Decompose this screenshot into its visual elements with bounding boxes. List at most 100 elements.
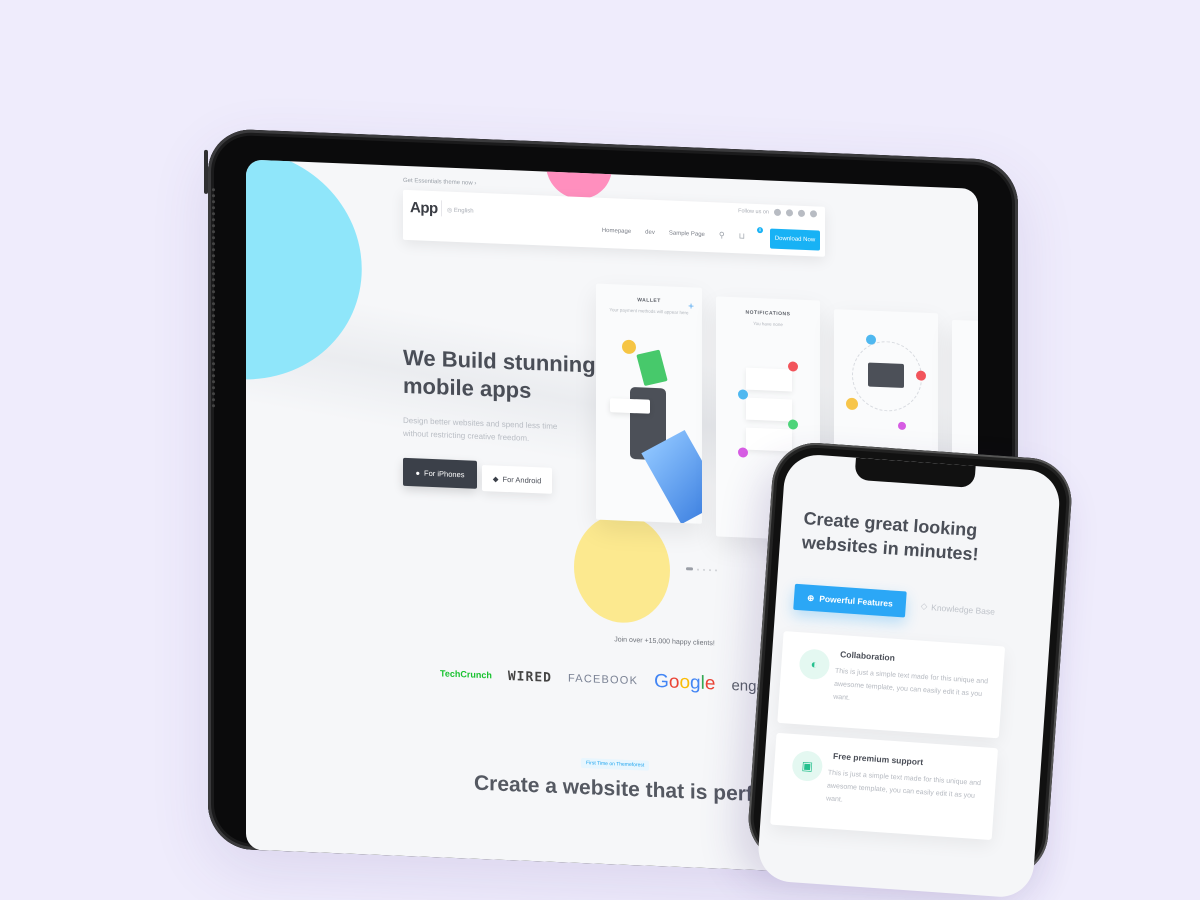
card-subtitle: You have none [753,320,783,328]
notification-item [746,427,792,452]
tab-knowledge-base[interactable]: ◇ Knowledge Base [920,601,995,617]
speaker-grille [212,290,215,294]
tab-powerful-features[interactable]: ⊕ Powerful Features [793,583,907,618]
add-icon: + [688,301,694,313]
speaker-grille [212,320,215,324]
notification-item [746,367,792,392]
tablet-side-button [204,149,208,194]
feature-body: This is just a simple text made for this… [832,667,989,702]
globe-icon: ◎ [447,207,453,214]
carousel-dots [686,567,717,571]
hero-title: We Build stunning mobile apps [403,344,596,403]
speaker-grille [212,206,215,210]
music-icon [866,334,876,345]
speaker-grille [212,212,215,216]
phone-notch [854,457,976,489]
language-selector[interactable]: ◎ English [447,207,474,215]
speaker-grille [212,350,215,354]
nav-link-dev[interactable]: dev [645,229,655,235]
for-android-label: For Android [502,474,542,485]
twitter-icon[interactable] [786,209,793,217]
carousel-dot[interactable] [709,568,711,571]
card-subtitle: Your payment methods will appear here [609,307,689,316]
carousel-dot[interactable] [697,568,699,571]
carousel-dot-active[interactable] [686,567,693,571]
speaker-grille [212,284,215,288]
speaker-grille [212,254,215,258]
phone-device: Create great looking websites in minutes… [745,440,1075,900]
feature-card-collaboration: ◐ Collaboration This is just a simple te… [777,631,1006,739]
instagram-icon[interactable] [798,209,805,217]
speaker-grille [212,218,215,222]
speaker-grille [212,344,215,348]
logo-facebook: FACEBOOK [567,672,639,688]
speaker-grille [212,302,215,306]
logo-wired: WIRED [507,668,552,686]
notification-item [746,397,792,422]
cash-icon [636,349,668,387]
speaker-grille [212,332,215,336]
speaker-grille [212,200,215,204]
speaker-grille [212,230,215,234]
speaker-grille [212,188,215,192]
speaker-grille [212,368,215,372]
card-title: NOTIFICATIONS [745,309,791,318]
nav-links: Homepage dev Sample Page ⚲ ⊔ [602,226,745,240]
payment-card-illustration [610,398,650,414]
feature-card-support: ▣ Free premium support This is just a si… [770,732,999,841]
android-icon: ◆ [492,473,499,484]
carousel-dot[interactable] [715,568,717,571]
search-icon[interactable]: ⚲ [719,231,725,240]
pin-icon [898,421,906,431]
feature-body: This is just a simple text made for this… [825,769,982,804]
speaker-grille [212,224,215,228]
facebook-icon[interactable] [774,208,781,217]
cart-icon[interactable]: ⊔ [739,231,745,240]
site-logo[interactable]: App [410,199,438,217]
for-android-button[interactable]: ◆ For Android [482,465,552,494]
speaker-grille [212,386,215,390]
carousel-dot[interactable] [703,568,705,571]
cart-count-badge: 0 [757,227,763,234]
download-now-button[interactable]: Download Now [770,228,820,251]
star-icon [846,397,858,411]
tab-label: Powerful Features [818,593,894,609]
follow-label: Follow us on [738,207,769,216]
speaker-grille [212,362,215,366]
navbar-divider [441,200,442,217]
heart-icon [916,370,926,381]
client-logos: TechCrunch WIRED FACEBOOK Google engadge… [440,662,794,698]
themeforest-badge: First Time on Themeforest [581,757,650,771]
logo-google: Google [654,670,716,695]
decorative-blob-yellow [574,512,670,625]
speaker-grille [212,326,215,330]
user-icon [788,419,798,430]
speaker-grille [212,278,215,282]
logo-techcrunch: TechCrunch [440,668,492,681]
section-title: Create a website that is perfect [474,771,784,808]
feature-title: Collaboration [839,649,896,663]
tab-label: Knowledge Base [930,601,996,617]
for-iphones-label: For iPhones [424,468,465,479]
speaker-grille [212,266,215,270]
phone-screen: Create great looking websites in minutes… [756,452,1062,900]
speaker-grille [212,308,215,312]
promo-link[interactable]: Get Essentials theme now › [403,178,476,187]
music-icon [738,389,748,400]
phone-title: Create great looking websites in minutes… [801,508,980,565]
hero-subtitle: Design better websites and spend less ti… [403,415,558,443]
dribbble-icon[interactable] [810,210,817,218]
speaker-grille [212,194,215,198]
speaker-grille [212,404,215,408]
nav-link-sample-page[interactable]: Sample Page [669,230,705,237]
for-iphones-button[interactable]: ● For iPhones [403,457,477,489]
nav-link-homepage[interactable]: Homepage [602,227,631,234]
diamond-icon: ◇ [920,600,928,612]
speaker-grille [212,260,215,264]
site-navbar: App ◎ English Follow us on Homepage dev … [403,189,825,257]
language-label: English [453,207,474,215]
speaker-grille [212,392,215,396]
decorative-blob-pink [546,159,612,201]
feature-title: Free premium support [832,750,924,768]
apple-icon: ● [415,467,421,478]
